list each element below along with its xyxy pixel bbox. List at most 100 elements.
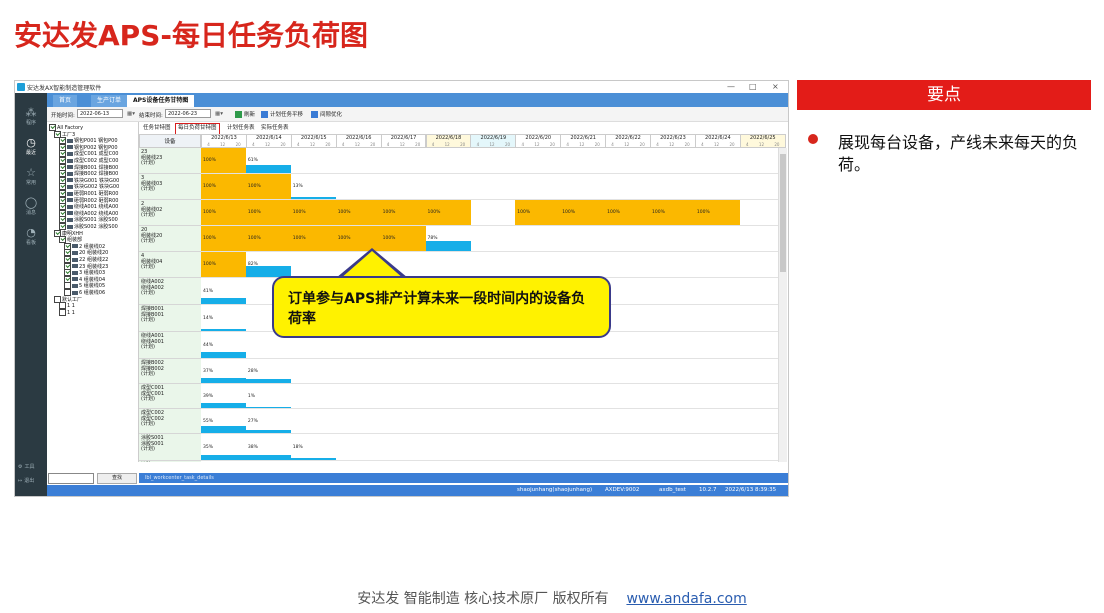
tab-production-orders[interactable]: 生产订单	[91, 95, 128, 107]
load-percent: 100%	[427, 210, 441, 216]
device-column-header: 设备	[139, 134, 201, 148]
device-row-label[interactable]: 4 组装线04 (计划)	[139, 252, 201, 278]
key-points-header: 要点	[797, 80, 1091, 110]
load-bar[interactable]	[201, 455, 247, 460]
hour-tick: 4	[611, 142, 614, 147]
tab-home[interactable]: 首页	[53, 95, 78, 107]
tree-node-label: 1 1	[67, 309, 75, 316]
window-titlebar: 安达发AX智能制造管理软件 — □ ×	[15, 81, 788, 93]
day-column-header: 2022/6/25 4 12 20	[739, 134, 786, 148]
device-label-line: (计划)	[141, 264, 155, 270]
calendar-icon[interactable]: ▦▾	[215, 111, 223, 117]
load-bar[interactable]	[201, 329, 247, 331]
device-row-label[interactable]: 3 组装线03 (计划)	[139, 174, 201, 200]
load-percent: 100%	[203, 184, 216, 190]
load-bar[interactable]	[201, 426, 247, 433]
day-date: 2022/6/15	[300, 135, 327, 141]
device-label-line: (计划)	[141, 446, 155, 452]
load-percent: 100%	[203, 158, 216, 164]
nav-item-star[interactable]: ☆ 常用	[15, 167, 47, 187]
tree-checkbox[interactable]	[59, 308, 66, 316]
scroll-thumb[interactable]	[780, 154, 786, 272]
device-label-line: (计划)	[141, 371, 155, 377]
device-row-label[interactable]: 涂胶S002涂胶S002	[139, 461, 201, 462]
hour-tick: 12	[579, 142, 585, 147]
nav-label: 工具	[24, 464, 35, 470]
nav-item-tools[interactable]: ⚙ 工具	[15, 463, 50, 470]
start-date-picker[interactable]: 2022-06-13	[77, 109, 123, 118]
subtab-actual-tasks[interactable]: 实际任务表	[259, 123, 291, 133]
tree-search: 查找	[47, 473, 138, 484]
shift-plan-button[interactable]: 计划任务平移	[261, 110, 303, 118]
minimize-button[interactable]: —	[727, 82, 735, 91]
maximize-button[interactable]: □	[749, 82, 757, 91]
load-percent: 44%	[203, 342, 214, 348]
day-column-header: 2022/6/15 4 12 20	[290, 134, 337, 148]
hour-ticks: 4 12 20	[247, 142, 291, 148]
hour-tick: 20	[684, 142, 690, 147]
status-user: shaojunhang(shaojunhang)	[517, 487, 593, 493]
load-bar[interactable]	[201, 298, 247, 304]
device-icon	[67, 165, 73, 170]
device-row-label[interactable]: 2 组装线02 (计划)	[139, 200, 201, 226]
load-bar[interactable]	[425, 240, 471, 251]
hour-tick: 12	[624, 142, 630, 147]
day-column-header: 2022/6/23 4 12 20	[650, 134, 696, 148]
end-date-picker[interactable]: 2022-06-23	[165, 109, 211, 118]
close-button[interactable]: ×	[772, 82, 779, 91]
day-date: 2022/6/20	[525, 135, 552, 141]
device-row-label[interactable]: 涂胶S001 涂胶S001 (计划)	[139, 434, 201, 461]
bullet-dot-icon	[808, 134, 818, 144]
tree-node[interactable]: 1 1	[59, 308, 75, 316]
tab-aps-gantt[interactable]: APS设备任务甘特图	[127, 95, 195, 107]
device-icon	[67, 224, 73, 229]
device-row-label[interactable]: 焊接B002 焊接B002 (计划)	[139, 359, 201, 384]
load-percent: 100%	[382, 236, 396, 242]
gap-optimize-button[interactable]: 间隙优化	[311, 110, 342, 118]
device-icon	[72, 264, 78, 269]
device-row-label[interactable]: 成型C001 成型C001 (计划)	[139, 384, 201, 409]
load-bar[interactable]	[245, 407, 292, 408]
nav-item-dashboard[interactable]: ◔ 看板	[15, 227, 47, 247]
nav-item-clock[interactable]: ◷ 最近	[15, 137, 47, 157]
device-row-label[interactable]: 23 组装线23 (计划)	[139, 148, 201, 174]
load-bar[interactable]	[245, 379, 292, 383]
hour-ticks: 4 12 20	[516, 142, 560, 148]
nav-item-apps[interactable]: ⁂ 程序	[15, 107, 47, 127]
device-label-line: (计划)	[141, 396, 155, 402]
device-row-label[interactable]: 绕线A002 绕线A002 (计划)	[139, 278, 201, 305]
hour-tick: 4	[745, 142, 749, 147]
load-percent: 35%	[203, 444, 214, 450]
device-row-label[interactable]: 焊接B001 焊接B001 (计划)	[139, 305, 201, 332]
load-bar[interactable]	[290, 197, 337, 199]
load-bar[interactable]	[201, 351, 247, 358]
load-bar[interactable]	[245, 429, 292, 433]
hour-tick: 20	[594, 142, 600, 147]
factory-tree: All Factory 工厂3 钢包P001 钢包P00 钢包P002 钢包P00 成型…	[47, 122, 139, 462]
footer-link[interactable]: www.andafa.com	[626, 591, 746, 607]
load-bar[interactable]	[245, 164, 292, 173]
load-bar[interactable]	[245, 454, 292, 460]
hour-ticks: 4 12 20	[292, 142, 336, 148]
device-row-label[interactable]: 绕线A001 绕线A001 (计划)	[139, 332, 201, 359]
load-percent: 100%	[607, 210, 620, 216]
search-input[interactable]	[48, 473, 94, 484]
load-bar[interactable]	[290, 457, 337, 460]
hour-tick: 20	[504, 142, 511, 147]
load-bar[interactable]	[201, 403, 247, 408]
day-column-header: 2022/6/19 4 12 20	[470, 134, 517, 148]
row-divider	[201, 358, 778, 359]
device-row-label[interactable]: 成型C002 成型C002 (计划)	[139, 409, 201, 434]
subtab-task-gantt[interactable]: 任务甘特图	[141, 123, 173, 133]
hour-tick: 20	[549, 142, 555, 147]
subtab-plan-tasks[interactable]: 计划任务表	[225, 123, 257, 133]
nav-item-message[interactable]: ◯ 消息	[15, 197, 47, 217]
nav-item-logout[interactable]: ↦ 退出	[15, 477, 50, 484]
load-bar[interactable]	[201, 378, 247, 383]
search-button[interactable]: 查找	[97, 473, 137, 484]
device-row-label[interactable]: 20 组装线20 (计划)	[139, 226, 201, 252]
vertical-scrollbar[interactable]	[778, 148, 787, 462]
calendar-icon[interactable]: ▦▾	[127, 111, 135, 117]
detail-tab-label[interactable]: lbl_workcenter_task_details	[145, 475, 214, 481]
refresh-button[interactable]: 刷新	[235, 110, 255, 118]
